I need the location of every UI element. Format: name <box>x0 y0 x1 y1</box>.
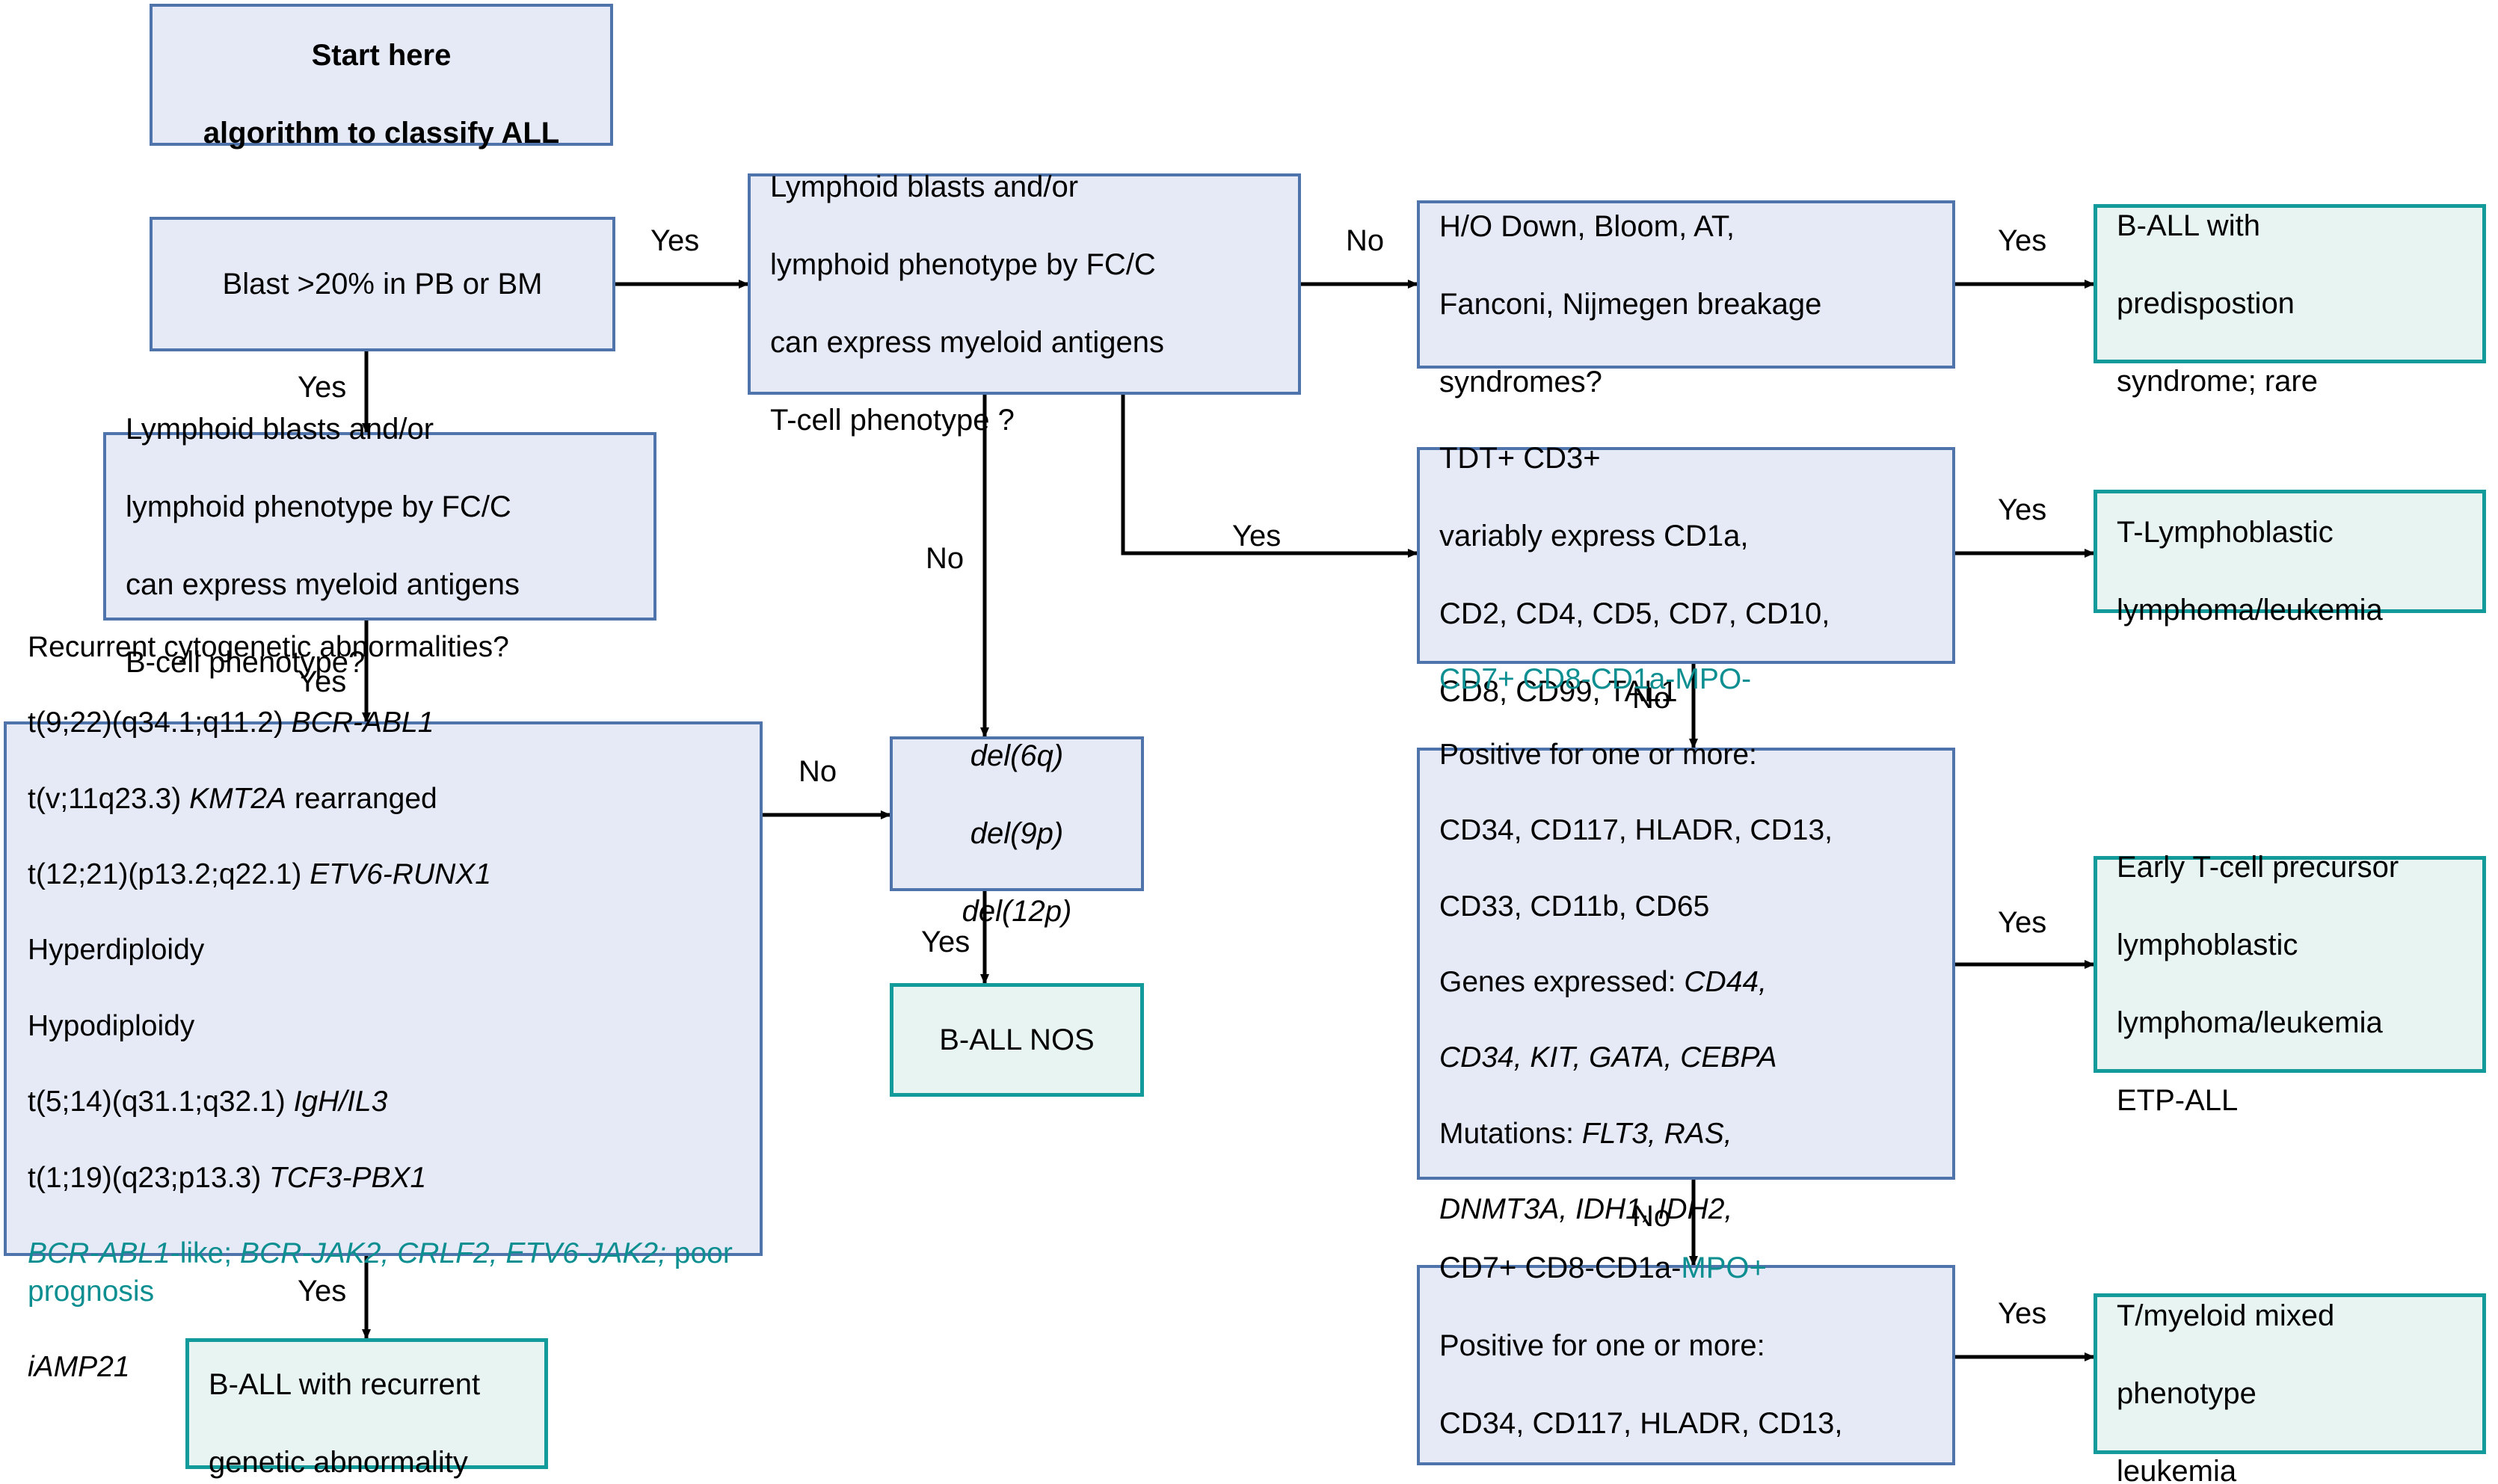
etp-line-4: CD33, CD11b, CD65 <box>1439 890 1710 923</box>
cyto-line-9-plain-a: -like; <box>170 1237 240 1269</box>
edge-label-cytogenetics-to-deletions: No <box>799 755 837 788</box>
etp-line-5-plain: Genes expressed: <box>1439 966 1685 998</box>
etp-line-5-gene: CD44, <box>1684 966 1767 998</box>
edge-label-tcell-to-predisposition: No <box>1346 224 1385 257</box>
deletions-line-1: del(6q) <box>970 739 1064 772</box>
cyto-line-2-plain: t(9;22)(q34.1;q11.2) <box>28 706 292 739</box>
bcell-q-line-1: Lymphoid blasts and/or <box>126 413 434 446</box>
tcell-q-line-1: Lymphoid blasts and/or <box>770 170 1079 203</box>
edge-label-mpo-to-tmyeloid: Yes <box>1998 1297 2047 1330</box>
deletions-line-3: del(12p) <box>962 894 1072 928</box>
etpall-line-3: lymphoma/leukemia <box>2117 1006 2383 1039</box>
node-mpo-positive-phenotype[interactable]: CD7+ CD8-CD1a-MPO+ Positive for one or m… <box>1417 1251 1955 1465</box>
start-line-1: Start here <box>311 39 452 72</box>
tcell-q-line-2: lymphoid phenotype by FC/C <box>770 248 1156 281</box>
cyto-line-10-gene: iAMP21 <box>28 1351 130 1384</box>
cyto-line-3-tail: rearranged <box>286 782 437 815</box>
etp-line-1: CD7+ CD8-CD1a-MPO- <box>1439 662 1752 695</box>
cyto-line-7-gene: IgH/IL3 <box>293 1086 388 1118</box>
etpall-line-4: ETP-ALL <box>2117 1084 2239 1117</box>
blast-text: Blast >20% in PB or BM <box>222 268 543 301</box>
node-deletions[interactable]: del(6q) del(9p) del(12p) <box>890 736 1144 928</box>
ball-predisposition-line-1: B-ALL with <box>2117 209 2260 242</box>
ball-predisposition-line-3: syndrome; rare <box>2117 364 2318 398</box>
cyto-line-9-gene-a: BCR-ABL1 <box>28 1237 170 1269</box>
node-ball-nos[interactable]: B-ALL NOS <box>890 983 1144 1097</box>
cyto-line-5: Hyperdiploidy <box>28 934 205 967</box>
node-recurrent-cytogenetics[interactable]: Recurrent cytogenetic abnormalities? t(9… <box>4 631 763 1383</box>
cyto-line-6: Hypodiploidy <box>28 1009 195 1042</box>
tmyeloid-line-1: T/myeloid mixed <box>2117 1299 2335 1332</box>
etp-line-7-plain: Mutations: <box>1439 1117 1582 1150</box>
cyto-line-7-plain: t(5;14)(q31.1;q32.1) <box>28 1086 294 1118</box>
edge-label-tcell-to-deletions: No <box>926 542 965 575</box>
node-etp-all[interactable]: Early T-cell precursor lymphoblastic lym… <box>2094 851 2486 1117</box>
cyto-line-8-gene: TCF3-PBX1 <box>269 1161 427 1194</box>
etp-line-6-gene: CD34, KIT, GATA, CEBPA <box>1439 1041 1777 1074</box>
cyto-line-8-plain: t(1;19)(q23;p13.3) <box>28 1161 270 1194</box>
tdt-line-2: variably express CD1a, <box>1439 520 1749 552</box>
predisposition-q-line-1: H/O Down, Bloom, AT, <box>1439 209 1735 243</box>
cyto-line-1: Recurrent cytogenetic abnormalities? <box>28 630 509 663</box>
ball-recurrent-line-1: B-ALL with recurrent <box>209 1367 481 1401</box>
flowchart-canvas: Yes Yes No Yes Yes Yes No Yes No Yes Yes… <box>0 0 2498 1484</box>
node-ball-recurrent-genetic-abnormality[interactable]: B-ALL with recurrent genetic abnormality <box>185 1338 548 1479</box>
cyto-line-3-gene: KMT2A <box>189 782 287 815</box>
mpo-line-3: CD34, CD117, HLADR, CD13, <box>1439 1407 1843 1440</box>
tdt-line-1: TDT+ CD3+ <box>1439 442 1601 475</box>
etp-line-3: CD34, CD117, HLADR, CD13, <box>1439 814 1833 847</box>
mpo-line-2: Positive for one or more: <box>1439 1329 1765 1362</box>
edge-label-deletions-to-nos: Yes <box>921 926 970 958</box>
cyto-line-3-plain: t(v;11q23.3) <box>28 782 190 815</box>
node-etp-phenotype[interactable]: CD7+ CD8-CD1a-MPO- Positive for one or m… <box>1417 663 1955 1302</box>
predisposition-q-line-3: syndromes? <box>1439 365 1602 398</box>
cyto-line-4-gene: ETV6-RUNX1 <box>310 858 491 891</box>
edge-label-blast-to-tcell: Yes <box>650 224 700 257</box>
edge-label-etp-to-etpall: Yes <box>1998 906 2047 939</box>
node-start[interactable]: Start here algorithm to classify ALL <box>150 4 613 150</box>
etp-line-7-gene: FLT3, RAS, <box>1581 1117 1732 1150</box>
ball-nos-text: B-ALL NOS <box>939 1023 1095 1056</box>
edge-label-tdt-to-tlympho: Yes <box>1998 493 2047 526</box>
node-ball-predisposition-syndrome[interactable]: B-ALL with predispostion syndrome; rare <box>2094 204 2486 398</box>
tmyeloid-line-3: leukemia <box>2117 1454 2237 1484</box>
node-t-myeloid-mixed-phenotype[interactable]: T/myeloid mixed phenotype leukemia <box>2094 1293 2486 1484</box>
edge-label-predisposition-to-ball: Yes <box>1998 224 2047 257</box>
tlympho-line-1: T-Lymphoblastic <box>2117 515 2334 549</box>
tlympho-line-2: lymphoma/leukemia <box>2117 593 2383 626</box>
etpall-line-1: Early T-cell precursor <box>2117 851 2399 884</box>
mpo-line-1-marker: MPO+ <box>1681 1251 1767 1284</box>
node-blast-threshold[interactable]: Blast >20% in PB or BM <box>150 217 615 351</box>
tmyeloid-line-2: phenotype <box>2117 1376 2256 1410</box>
node-t-lymphoblastic-lymphoma[interactable]: T-Lymphoblastic lymphoma/leukemia <box>2094 490 2486 626</box>
start-line-2: algorithm to classify ALL <box>203 117 560 150</box>
etp-line-2: Positive for one or more: <box>1439 738 1757 771</box>
tcell-q-line-3: can express myeloid antigens <box>770 326 1164 359</box>
cyto-line-2-gene: BCR-ABL1 <box>291 706 434 739</box>
ball-predisposition-line-2: predispostion <box>2117 286 2295 320</box>
predisposition-q-line-2: Fanconi, Nijmegen breakage <box>1439 287 1822 321</box>
cyto-line-4-plain: t(12;21)(p13.2;q22.1) <box>28 858 310 891</box>
bcell-q-line-2: lymphoid phenotype by FC/C <box>126 490 511 523</box>
deletions-line-2: del(9p) <box>970 816 1064 850</box>
ball-recurrent-line-2: genetic abnormality <box>209 1445 468 1479</box>
tcell-q-line-4: T-cell phenotype ? <box>770 404 1015 437</box>
node-predisposition-question[interactable]: H/O Down, Bloom, AT, Fanconi, Nijmegen b… <box>1417 200 1955 398</box>
mpo-line-1-plain: CD7+ CD8-CD1a- <box>1439 1251 1682 1284</box>
etpall-line-2: lymphoblastic <box>2117 929 2298 961</box>
node-t-cell-question[interactable]: Lymphoid blasts and/or lymphoid phenotyp… <box>748 170 1301 437</box>
edge-label-tcell-to-tdt: Yes <box>1232 520 1282 552</box>
cyto-line-9-gene-b: BCR-JAK2, CRLF2, ETV6-JAK2; <box>239 1237 666 1269</box>
